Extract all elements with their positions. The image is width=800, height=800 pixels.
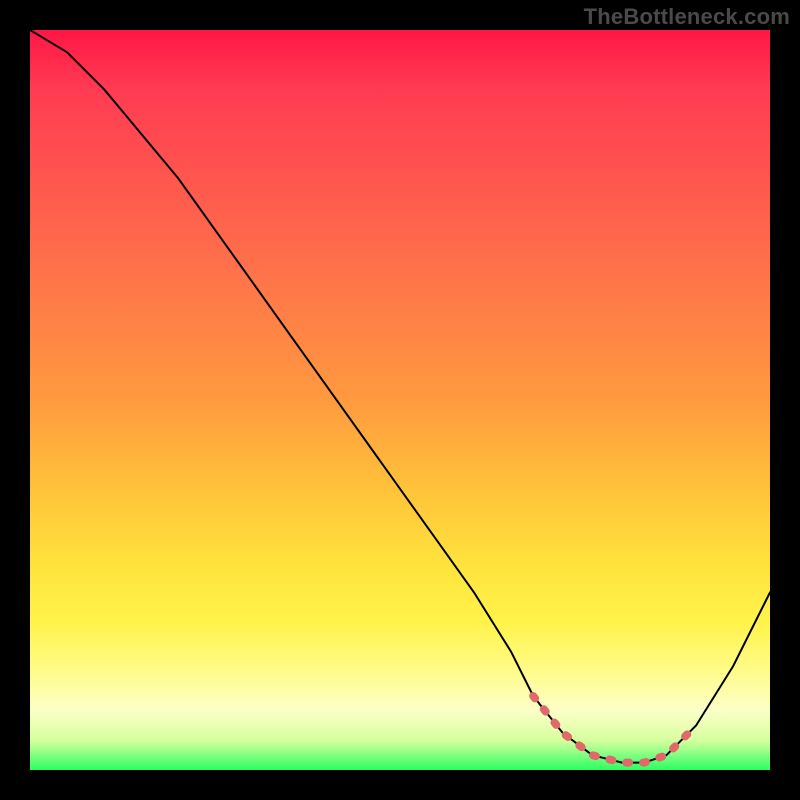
- chart-frame: TheBottleneck.com: [0, 0, 800, 800]
- plot-area: [30, 30, 770, 770]
- watermark-text: TheBottleneck.com: [584, 4, 790, 30]
- bottleneck-curve: [30, 30, 770, 763]
- optimal-region-highlight: [533, 696, 696, 763]
- curve-svg: [30, 30, 770, 770]
